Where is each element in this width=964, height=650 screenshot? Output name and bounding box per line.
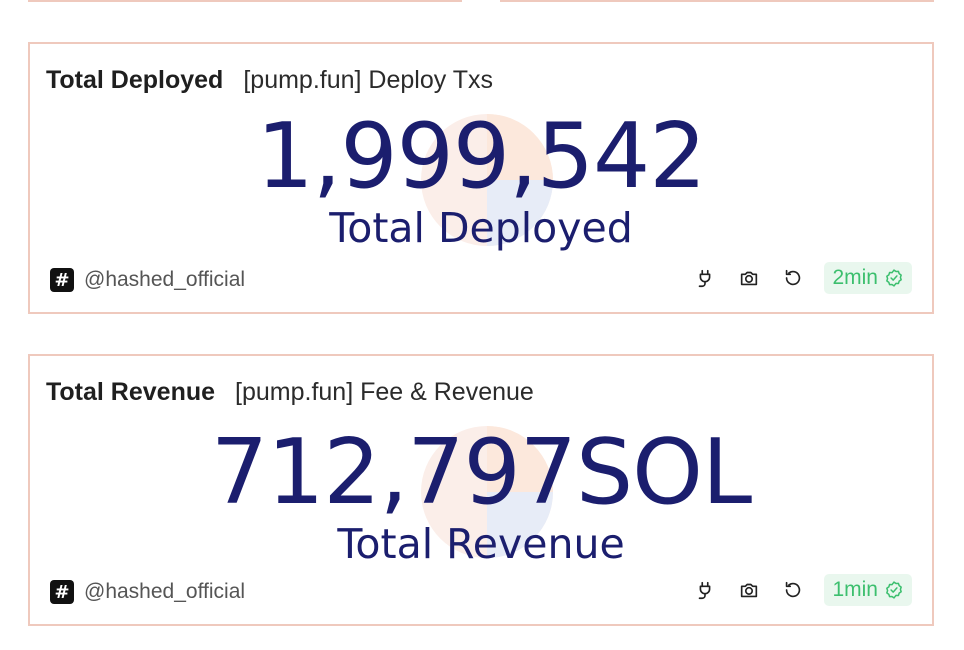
plug-icon[interactable] [692,265,718,291]
refresh-icon[interactable] [780,577,806,603]
card-header: Total Revenue [pump.fun] Fee & Revenue [46,378,534,407]
previous-card-bottom-right [500,0,934,2]
card-title: Total Deployed [46,66,224,94]
author-avatar: # [50,268,74,292]
widget-card-total-deployed: Total Deployed [pump.fun] Deploy Txs 1,99… [28,42,934,314]
card-toolbar: 1min [692,574,912,606]
card-toolbar: 2min [692,262,912,294]
check-badge-icon [886,269,902,287]
counter-label: Total Deployed [329,204,633,252]
query-link[interactable]: [pump.fun] Deploy Txs [243,66,493,94]
refresh-interval-badge[interactable]: 2min [824,262,912,294]
refresh-interval-badge[interactable]: 1min [824,574,912,606]
refresh-interval: 1min [832,578,878,601]
widget-card-total-revenue: Total Revenue [pump.fun] Fee & Revenue 71… [28,354,934,626]
author-name: @hashed_official [84,580,246,603]
check-badge-icon [886,581,902,599]
camera-icon[interactable] [736,577,762,603]
refresh-icon[interactable] [780,265,806,291]
author-avatar: # [50,580,74,604]
card-title: Total Revenue [46,378,216,406]
counter-value: 1,999,542 [256,104,706,209]
author-link[interactable]: # @hashed_official [50,268,245,292]
author-name: @hashed_official [84,268,246,291]
camera-icon[interactable] [736,265,762,291]
refresh-interval: 2min [832,266,878,289]
counter-value: 712,797SOL [210,420,752,525]
counter-label: Total Revenue [337,520,625,568]
card-header: Total Deployed [pump.fun] Deploy Txs [46,66,493,95]
plug-icon[interactable] [692,577,718,603]
query-link[interactable]: [pump.fun] Fee & Revenue [235,378,534,406]
previous-card-bottom-left [28,0,462,2]
author-link[interactable]: # @hashed_official [50,580,245,604]
